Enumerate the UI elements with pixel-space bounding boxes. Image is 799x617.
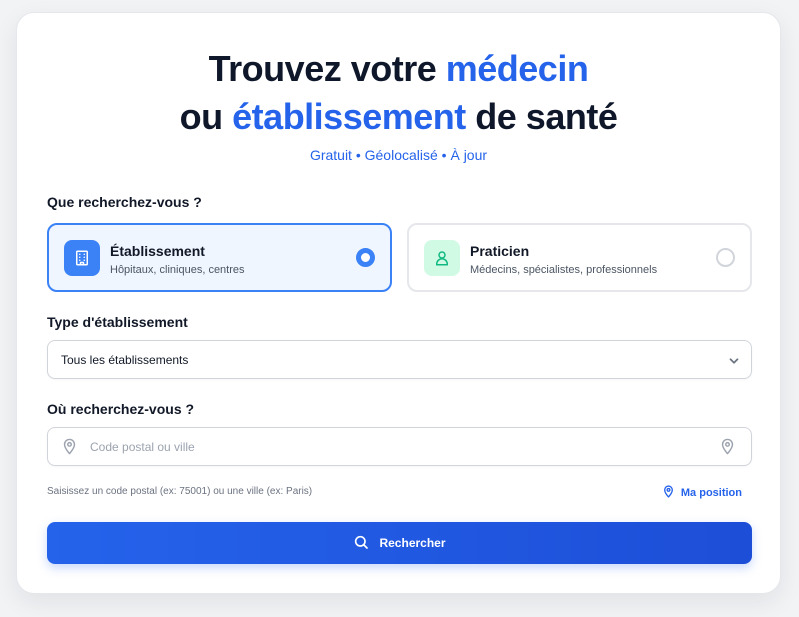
radio-praticien[interactable] xyxy=(716,248,735,267)
my-position-label: Ma position xyxy=(680,487,742,499)
option-etablissement[interactable]: Établissement Hôpitaux, cliniques, centr… xyxy=(47,223,392,292)
page-title-line1: Trouvez votre médecin xyxy=(17,45,780,93)
chevron-down-icon xyxy=(727,354,741,373)
location-input[interactable] xyxy=(90,437,670,457)
search-icon xyxy=(353,534,369,553)
search-card: Trouvez votre médecin ou établissement d… xyxy=(16,12,781,594)
search-type-label: Que recherchez-vous ? xyxy=(47,194,202,210)
map-pin-icon xyxy=(662,485,675,501)
search-button-label: Rechercher xyxy=(379,536,446,550)
title-accent: établissement xyxy=(232,96,466,137)
search-button[interactable]: Rechercher xyxy=(47,522,752,564)
option-title: Établissement xyxy=(110,243,205,259)
location-field[interactable] xyxy=(47,427,752,466)
page-title-line2: ou établissement de santé xyxy=(17,93,780,141)
option-praticien[interactable]: Praticien Médecins, spécialistes, profes… xyxy=(407,223,752,292)
option-subtitle: Hôpitaux, cliniques, centres xyxy=(110,264,245,276)
title-accent: médecin xyxy=(445,48,589,89)
locate-icon[interactable] xyxy=(719,438,736,460)
radio-etablissement[interactable] xyxy=(356,248,375,267)
title-suffix: de santé xyxy=(475,96,618,137)
building-icon xyxy=(64,240,100,276)
option-subtitle: Médecins, spécialistes, professionnels xyxy=(470,264,658,276)
tagline: Gratuit • Géolocalisé • À jour xyxy=(309,147,488,163)
map-pin-icon xyxy=(61,438,78,460)
user-icon xyxy=(424,240,460,276)
establishment-type-select[interactable]: Tous les établissements xyxy=(47,340,752,379)
my-position-link[interactable]: Ma position xyxy=(662,485,742,501)
title-prefix: ou xyxy=(179,96,223,137)
location-label: Où recherchez-vous ? xyxy=(47,401,195,417)
establishment-type-label: Type d'établissement xyxy=(47,314,188,330)
option-title: Praticien xyxy=(470,243,530,259)
select-value: Tous les établissements xyxy=(61,353,189,367)
title-prefix: Trouvez votre xyxy=(208,48,437,89)
location-help-text: Saisissez un code postal (ex: 75001) ou … xyxy=(47,486,313,497)
